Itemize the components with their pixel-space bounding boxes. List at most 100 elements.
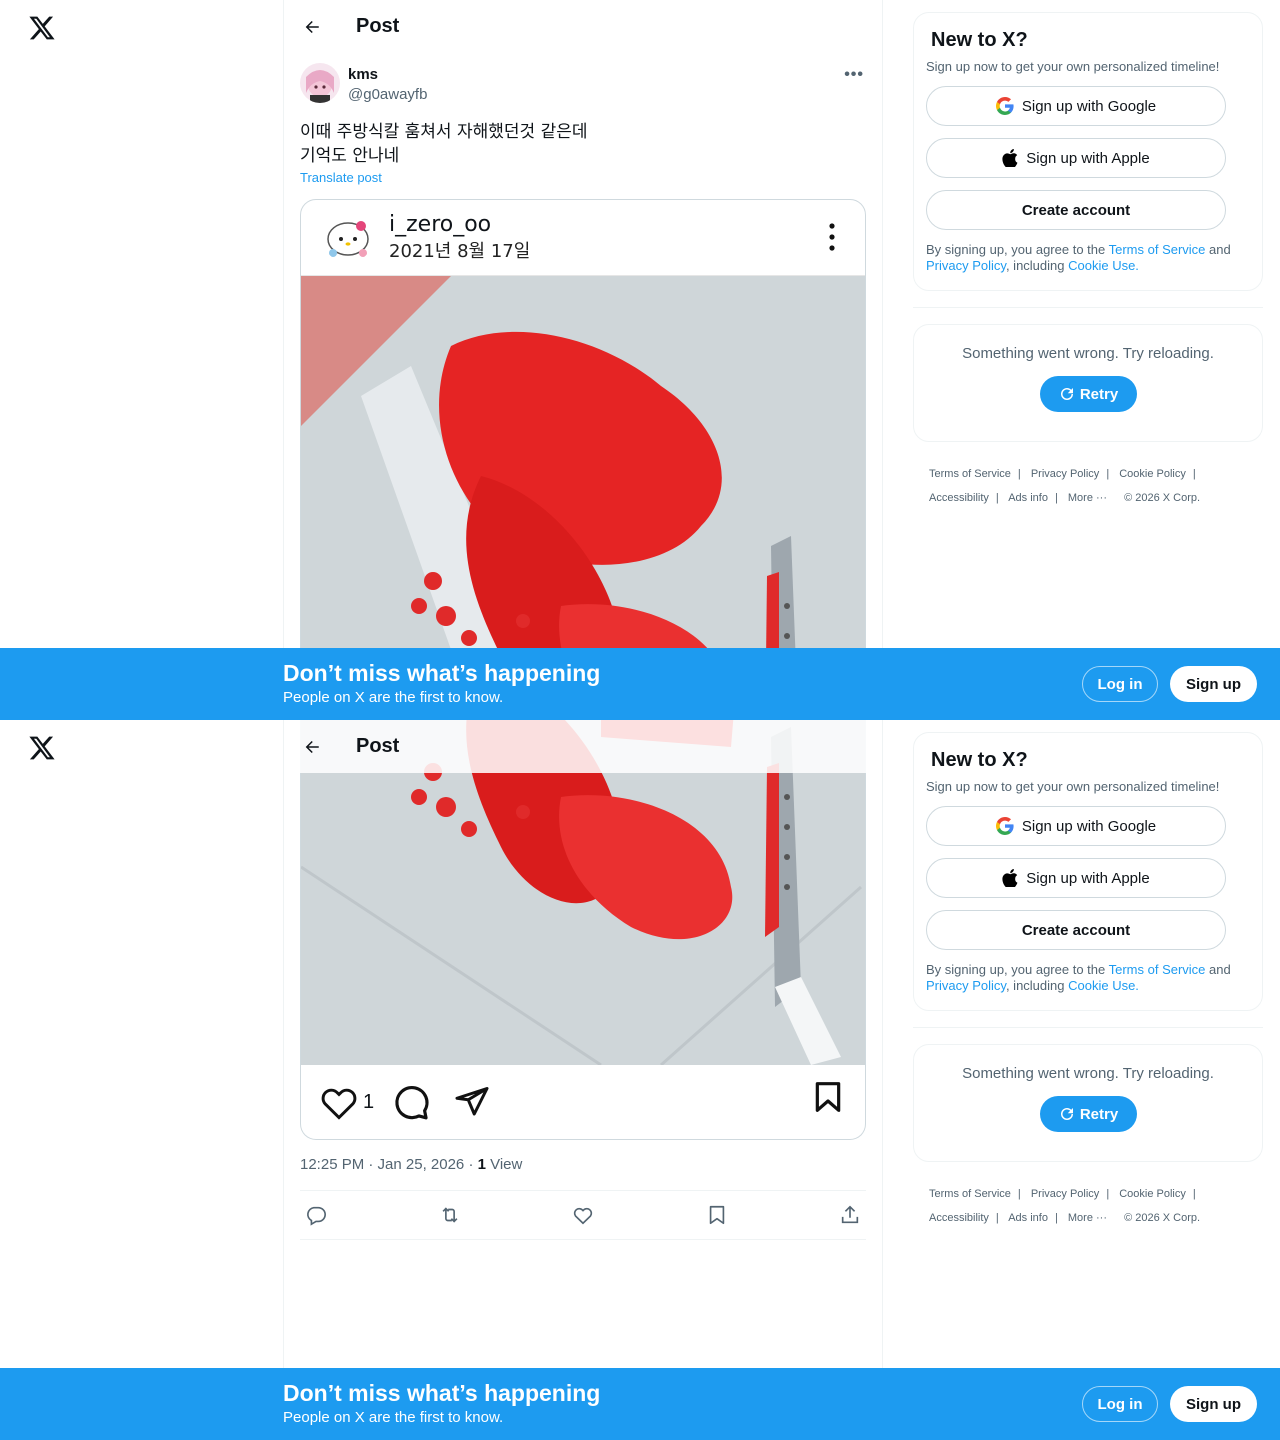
google-icon: [995, 817, 1014, 835]
footer-more-link[interactable]: More ···: [1068, 1212, 1107, 1224]
main-column: Post kms @g0awayfb ••• 이때 주방식칼 훔쳐서 자해했던것…: [283, 0, 883, 720]
post-media[interactable]: 1: [300, 720, 866, 1140]
avatar[interactable]: [300, 63, 340, 103]
right-sidebar: New to X? Sign up now to get your own pe…: [913, 732, 1263, 1230]
signup-banner: Don’t miss what’s happening People on X …: [0, 648, 1280, 720]
page-title: Post: [356, 15, 400, 37]
error-message: Something went wrong. Try reloading.: [962, 1065, 1214, 1082]
banner-title: Don’t miss what’s happening: [283, 1380, 601, 1406]
more-options-icon[interactable]: •••: [844, 66, 864, 84]
apple-signup-button[interactable]: Sign up with Apple: [926, 858, 1226, 898]
refresh-icon: [1058, 1105, 1076, 1123]
timestamp-text[interactable]: 12:25 PM · Jan 25, 2026 ·: [300, 1156, 478, 1173]
translate-link[interactable]: Translate post: [300, 170, 382, 185]
post-author: kms @g0awayfb: [300, 63, 427, 105]
retry-label: Retry: [1079, 1105, 1119, 1123]
footer-tos-link[interactable]: Terms of Service: [929, 468, 1011, 480]
footer-accessibility-link[interactable]: Accessibility: [929, 492, 989, 504]
create-account-button[interactable]: Create account: [926, 910, 1226, 950]
banner-subtitle: People on X are the first to know.: [283, 689, 504, 706]
like-icon[interactable]: [571, 1203, 595, 1227]
embedded-username: i_zero_oo: [389, 211, 492, 237]
bookmark-icon[interactable]: [705, 1203, 729, 1227]
create-account-button[interactable]: Create account: [926, 190, 1226, 230]
viewport-top: Post kms @g0awayfb ••• 이때 주방식칼 훔쳐서 자해했던것…: [0, 0, 1280, 720]
privacy-policy-link[interactable]: Privacy Policy: [926, 978, 1006, 993]
google-icon: [995, 97, 1014, 115]
viewport-scrolled: Post 1 12:25 PM · Jan 25, 2026 · 1 View …: [0, 720, 1280, 1440]
save-bookmark-icon: [815, 1082, 841, 1112]
terms-text: By signing up, you agree to the: [926, 962, 1109, 977]
footer-privacy-link[interactable]: Privacy Policy: [1031, 1188, 1099, 1200]
back-arrow-icon[interactable]: [302, 17, 322, 37]
signup-terms: By signing up, you agree to the Terms of…: [926, 962, 1246, 994]
footer-copyright: © 2026 X Corp.: [1124, 1212, 1201, 1224]
login-button[interactable]: Log in: [1082, 1386, 1158, 1422]
back-arrow-icon[interactable]: [302, 737, 322, 757]
refresh-icon: [1058, 385, 1076, 403]
divider: [913, 1027, 1263, 1028]
embedded-actions: 1: [301, 1065, 865, 1139]
apple-icon: [1002, 869, 1018, 887]
footer-copyright: © 2026 X Corp.: [1124, 492, 1201, 504]
divider: [913, 307, 1263, 308]
footer-ads-link[interactable]: Ads info: [1008, 1212, 1048, 1224]
error-message: Something went wrong. Try reloading.: [962, 345, 1214, 362]
embedded-header: i_zero_oo 2021년 8월 17일: [301, 200, 865, 276]
google-signup-button[interactable]: Sign up with Google: [926, 806, 1226, 846]
login-button[interactable]: Log in: [1082, 666, 1158, 702]
signup-button[interactable]: Sign up: [1170, 1386, 1257, 1422]
signup-button[interactable]: Sign up: [1170, 666, 1257, 702]
footer-tos-link[interactable]: Terms of Service: [929, 1188, 1011, 1200]
terms-text: By signing up, you agree to the: [926, 242, 1109, 257]
banner-title: Don’t miss what’s happening: [283, 660, 601, 686]
post-timestamp: 12:25 PM · Jan 25, 2026 · 1 View: [300, 1156, 522, 1173]
share-icon[interactable]: [838, 1203, 862, 1227]
retry-button[interactable]: Retry: [1039, 1096, 1137, 1132]
author-handle[interactable]: @g0awayfb: [348, 85, 427, 105]
post-action-bar: [300, 1190, 866, 1240]
trends-error-box: Something went wrong. Try reloading. Ret…: [913, 1044, 1263, 1162]
post-text: 이때 주방식칼 훔쳐서 자해했던것 같은데 기억도 안나네: [300, 122, 588, 166]
signup-subtitle: Sign up now to get your own personalized…: [926, 59, 1220, 74]
reply-icon[interactable]: [304, 1203, 328, 1227]
footer-cookie-link[interactable]: Cookie Policy: [1119, 468, 1186, 480]
x-logo-icon[interactable]: [28, 14, 56, 42]
privacy-policy-link[interactable]: Privacy Policy: [926, 258, 1006, 273]
kebab-menu-icon: [829, 223, 835, 251]
embedded-avatar: [323, 212, 373, 263]
footer-ads-link[interactable]: Ads info: [1008, 492, 1048, 504]
terms-text: , including: [1005, 978, 1069, 993]
footer-cookie-link[interactable]: Cookie Policy: [1119, 1188, 1186, 1200]
author-name[interactable]: kms: [348, 65, 427, 85]
apple-signup-button[interactable]: Sign up with Apple: [926, 138, 1226, 178]
x-logo-icon[interactable]: [28, 734, 56, 762]
signup-box: New to X? Sign up now to get your own pe…: [913, 12, 1263, 291]
signup-box: New to X? Sign up now to get your own pe…: [913, 732, 1263, 1011]
footer-privacy-link[interactable]: Privacy Policy: [1031, 468, 1099, 480]
retry-button[interactable]: Retry: [1039, 376, 1137, 412]
embedded-like-count: 1: [363, 1090, 375, 1113]
signup-title: New to X?: [931, 749, 1028, 771]
apple-signup-label: Sign up with Apple: [1026, 869, 1150, 887]
comment-bubble-icon: [395, 1085, 429, 1120]
cookie-use-link[interactable]: Cookie Use.: [1068, 258, 1139, 273]
main-column: Post 1 12:25 PM · Jan 25, 2026 · 1 View: [283, 720, 883, 1440]
heart-outline-icon: [321, 1088, 357, 1120]
trends-error-box: Something went wrong. Try reloading. Ret…: [913, 324, 1263, 442]
terms-of-service-link[interactable]: Terms of Service: [1109, 242, 1206, 257]
apple-icon: [1002, 149, 1018, 167]
footer-more-link[interactable]: More ···: [1068, 492, 1107, 504]
signup-banner: Don’t miss what’s happening People on X …: [0, 1368, 1280, 1440]
repost-icon[interactable]: [438, 1203, 462, 1227]
footer-links: Terms of Service | Privacy Policy | Cookie…: [929, 468, 1201, 504]
footer-accessibility-link[interactable]: Accessibility: [929, 1212, 989, 1224]
google-signup-label: Sign up with Google: [1021, 97, 1157, 115]
terms-text: and: [1205, 962, 1231, 977]
post-media[interactable]: i_zero_oo 2021년 8월 17일: [300, 199, 866, 720]
apple-signup-label: Sign up with Apple: [1026, 149, 1150, 167]
google-signup-button[interactable]: Sign up with Google: [926, 86, 1226, 126]
view-count: 1: [477, 1156, 486, 1173]
terms-of-service-link[interactable]: Terms of Service: [1109, 962, 1206, 977]
cookie-use-link[interactable]: Cookie Use.: [1068, 978, 1139, 993]
